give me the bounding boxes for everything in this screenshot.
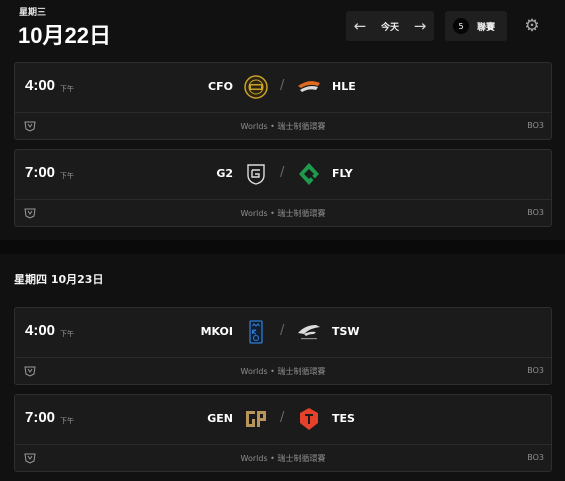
versus-divider: / [280, 165, 285, 180]
league-name: Worlds • 瑞士制循環賽 [240, 454, 326, 463]
tsw-logo-icon [298, 325, 320, 340]
league-name: Worlds • 瑞士制循環賽 [240, 209, 326, 218]
best-of-label: BO3 [527, 453, 544, 462]
team1-name: G2 [216, 167, 233, 180]
match-card[interactable]: 7:00 下午 G2 / FLY Worlds • 瑞士制循環賽 BO3 [14, 149, 552, 227]
best-of-label: BO3 [527, 121, 544, 130]
match-time: 7:00 [25, 409, 56, 426]
team1-name: MKOI [200, 325, 233, 338]
arrow-right-icon[interactable]: → [412, 18, 428, 34]
gear-icon[interactable]: ⚙ [522, 16, 542, 36]
best-of-label: BO3 [527, 366, 544, 375]
hle-logo-icon [298, 81, 320, 92]
gen-logo-icon [246, 411, 266, 427]
versus-divider: / [280, 78, 285, 93]
match-card[interactable]: 7:00 下午 GEN / TES Worlds • 瑞士制循環賽 BO3 [14, 394, 552, 472]
best-of-label: BO3 [527, 208, 544, 217]
today-button[interactable]: 今天 [381, 20, 399, 33]
match-ampm: 下午 [60, 330, 74, 338]
weekday-label: 星期三 [19, 8, 47, 18]
match-time: 4:00 [25, 77, 56, 94]
match-card[interactable]: 4:00 下午 CFO / HLE Worlds • 瑞士制循環賽 BO3 [14, 62, 552, 140]
match-ampm: 下午 [60, 417, 74, 425]
versus-divider: / [280, 410, 285, 425]
team2-name: TES [332, 412, 355, 425]
team1-name: CFO [208, 80, 233, 93]
versus-divider: / [280, 323, 285, 338]
tes-logo-icon [300, 408, 318, 430]
day-header: 星期四 10月23日 [14, 273, 104, 286]
match-time: 4:00 [25, 322, 56, 339]
match-ampm: 下午 [60, 172, 74, 180]
league-name: Worlds • 瑞士制循環賽 [240, 122, 326, 131]
league-name: Worlds • 瑞士制循環賽 [240, 367, 326, 376]
g2-logo-icon [247, 164, 265, 185]
mkoi-logo-icon [249, 320, 263, 344]
match-time: 7:00 [25, 164, 56, 181]
fly-logo-icon [299, 163, 319, 185]
match-card[interactable]: 4:00 下午 MKOI / TSW Worlds • 瑞士制循環賽 BO3 [14, 307, 552, 385]
date-navigator: ← 今天 → [346, 11, 434, 41]
team2-name: HLE [332, 80, 356, 93]
leagues-filter-button[interactable]: 5 聯賽 [445, 11, 507, 41]
league-count-badge: 5 [453, 18, 469, 34]
team2-name: TSW [332, 325, 360, 338]
arrow-left-icon[interactable]: ← [352, 18, 368, 34]
leagues-label: 聯賽 [477, 22, 496, 33]
match-ampm: 下午 [60, 85, 74, 93]
cfo-logo-icon [244, 75, 268, 99]
team1-name: GEN [207, 412, 233, 425]
day-section-oct-23: 星期四 10月23日 4:00 下午 MKOI / TSW Worlds • 瑞… [0, 254, 565, 481]
day-section-oct-22: 星期三 10月22日 ← 今天 → 5 聯賽 ⚙ 4:00 下午 CFO / H… [0, 0, 565, 240]
page-title-date: 10月22日 [18, 23, 111, 48]
team2-name: FLY [332, 167, 353, 180]
